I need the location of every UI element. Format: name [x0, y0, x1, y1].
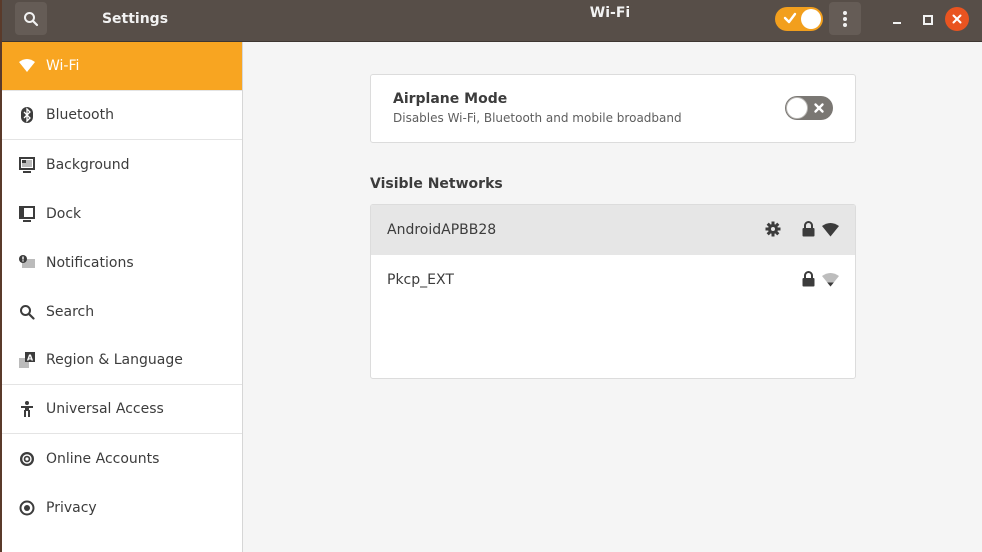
wifi-signal-weak-icon [822, 272, 839, 291]
sidebar-item-wifi[interactable]: Wi-Fi [2, 42, 242, 91]
page-title: Wi-Fi [589, 5, 631, 21]
sidebar-item-privacy[interactable]: Privacy [2, 483, 242, 532]
toggle-knob [786, 97, 808, 119]
airplane-mode-card: Airplane Mode Disables Wi-Fi, Bluetooth … [370, 74, 856, 143]
minimize-button[interactable] [888, 10, 906, 28]
sidebar-item-bluetooth[interactable]: Bluetooth [2, 91, 242, 140]
network-list: AndroidAPBB28 Pkcp_EXT [370, 204, 856, 379]
sidebar-item-label: Background [46, 156, 130, 173]
sidebar-item-label: Notifications [46, 254, 134, 271]
search-icon [24, 11, 39, 26]
lock-icon [802, 221, 815, 241]
sidebar-item-notifications[interactable]: Notifications [2, 238, 242, 287]
privacy-icon [18, 499, 36, 517]
online-accounts-icon [18, 450, 36, 468]
search-icon [18, 303, 36, 321]
sidebar-item-label: Bluetooth [46, 107, 114, 123]
main-content: Airplane Mode Disables Wi-Fi, Bluetooth … [244, 42, 982, 552]
network-row[interactable]: Pkcp_EXT [371, 255, 855, 305]
window-border [0, 0, 2, 552]
wifi-toggle[interactable] [775, 7, 823, 31]
wifi-icon [18, 57, 36, 75]
visible-networks-heading: Visible Networks [370, 176, 503, 192]
sidebar-item-label: Online Accounts [46, 450, 160, 467]
header-bar: Settings Wi-Fi [0, 0, 982, 42]
sidebar-item-label: Region & Language [46, 352, 183, 368]
sidebar-item-label: Universal Access [46, 401, 164, 417]
sidebar-item-online-accounts[interactable]: Online Accounts [2, 434, 242, 483]
sidebar-item-label: Search [46, 303, 95, 320]
vertical-ellipsis-icon [843, 10, 847, 27]
airplane-mode-description: Disables Wi-Fi, Bluetooth and mobile bro… [393, 111, 682, 125]
sidebar-item-label: Privacy [46, 499, 97, 516]
app-title: Settings [101, 11, 169, 27]
checkmark-icon [783, 12, 797, 24]
sidebar-item-region-language[interactable]: A Region & Language [2, 336, 242, 385]
bluetooth-icon [18, 106, 36, 124]
sidebar-item-label: Wi-Fi [46, 58, 80, 74]
svg-text:A: A [27, 354, 34, 363]
universal-access-icon [18, 400, 36, 418]
background-icon [18, 156, 36, 174]
network-name: Pkcp_EXT [387, 272, 454, 288]
toggle-knob [801, 9, 821, 29]
dock-icon [18, 205, 36, 223]
sidebar-item-universal-access[interactable]: Universal Access [2, 385, 242, 434]
sidebar: Wi-Fi Bluetooth Background Dock Notifica… [2, 42, 243, 552]
maximize-button[interactable] [918, 10, 936, 28]
close-icon [814, 103, 824, 113]
network-row[interactable]: AndroidAPBB28 [371, 205, 855, 255]
network-name: AndroidAPBB28 [387, 222, 497, 238]
close-icon [952, 14, 962, 24]
search-button[interactable] [15, 2, 47, 35]
airplane-mode-title: Airplane Mode [393, 91, 508, 107]
menu-button[interactable] [829, 2, 861, 35]
sidebar-item-dock[interactable]: Dock [2, 189, 242, 238]
gear-icon[interactable] [765, 221, 781, 241]
lock-icon [802, 271, 815, 291]
wifi-signal-excellent-icon [822, 222, 839, 241]
notifications-icon [18, 254, 36, 272]
sidebar-item-label: Dock [46, 205, 82, 222]
sidebar-item-background[interactable]: Background [2, 140, 242, 189]
airplane-mode-toggle[interactable] [785, 96, 833, 120]
close-button[interactable] [945, 7, 969, 31]
region-language-icon: A [18, 351, 36, 369]
sidebar-item-search[interactable]: Search [2, 287, 242, 336]
